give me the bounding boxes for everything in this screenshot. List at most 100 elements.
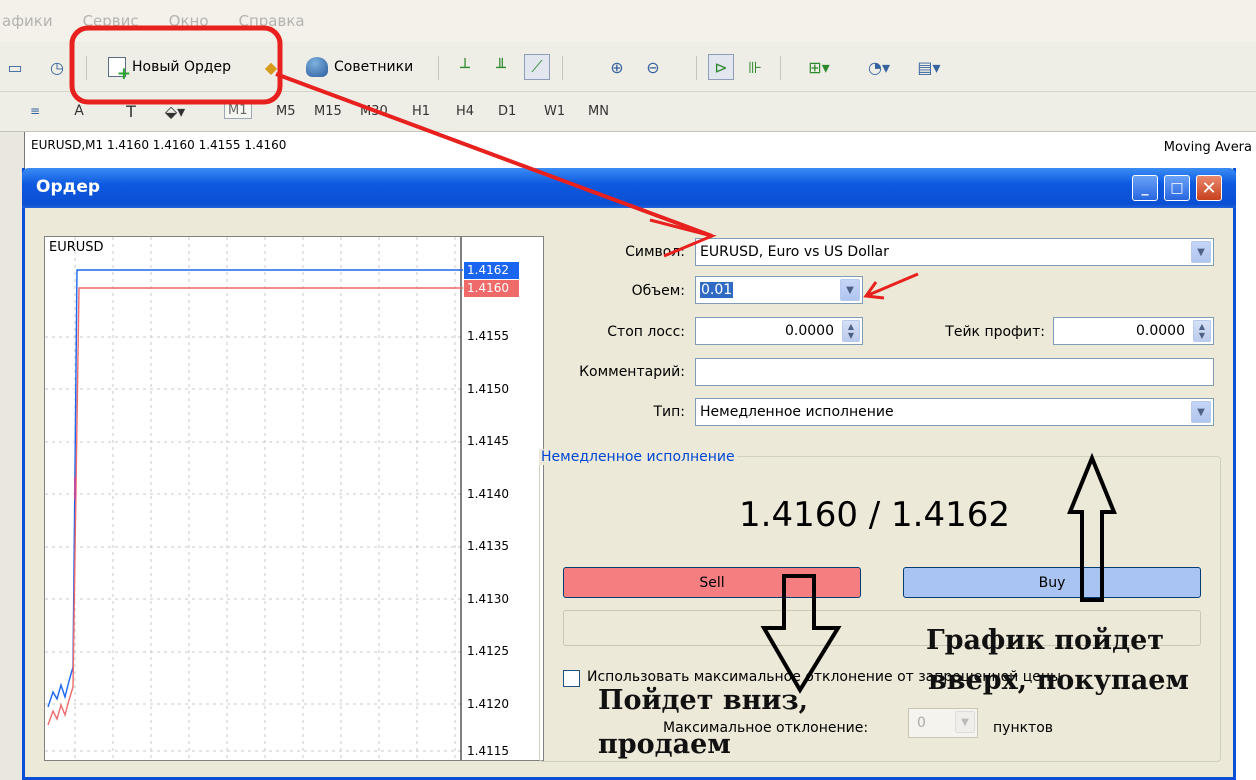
deviation-checkbox[interactable] xyxy=(563,670,580,687)
autoscroll-icon[interactable]: ⊳ xyxy=(708,54,734,80)
stoploss-label: Стоп лосс: xyxy=(607,324,685,340)
max-deviation-select[interactable]: 0 ▼ xyxy=(908,708,978,738)
stoploss-value: 0.0000 xyxy=(785,323,834,339)
price-label: 1.4120 xyxy=(467,697,509,711)
timeframe-h4[interactable]: H4 xyxy=(456,104,474,119)
timeframe-m1[interactable]: M1 xyxy=(224,102,252,119)
price-label: 1.4155 xyxy=(467,329,509,343)
annotation-down-line1: Пойдет вниз, xyxy=(598,685,809,716)
price-label: 1.4115 xyxy=(467,744,509,758)
volume-label: Объем: xyxy=(631,283,685,299)
stoploss-input[interactable]: 0.0000 ▲ ▼ xyxy=(695,317,863,345)
chevron-down-icon[interactable]: ▼ xyxy=(955,711,975,733)
menu-bar: афики Сервис Окно Справка xyxy=(0,0,1256,42)
ask-price-tag: 1.4162 xyxy=(464,262,519,279)
periods-icon[interactable]: ◔▾ xyxy=(866,54,892,80)
annotation-up-line1: График пойдет xyxy=(926,625,1164,656)
chart-header: EURUSD,M1 1.4160 1.4160 1.4155 1.4160 xyxy=(31,138,287,152)
arrows-tool-icon[interactable]: ⬙▾ xyxy=(162,98,188,124)
toolbar-separator xyxy=(696,56,697,80)
takeprofit-label: Тейк профит: xyxy=(945,324,1045,340)
chevron-down-icon[interactable]: ▼ xyxy=(840,279,860,301)
menu-window[interactable]: Окно xyxy=(169,12,209,30)
volume-select[interactable]: 0.01 ▼ xyxy=(695,276,863,304)
bid-price-tag: 1.4160 xyxy=(464,280,519,297)
label-tool-icon[interactable]: T xyxy=(118,98,144,124)
indicators-icon[interactable]: ⊞▾ xyxy=(806,54,832,80)
comment-input[interactable] xyxy=(695,358,1214,386)
timeframe-m5[interactable]: M5 xyxy=(276,104,296,119)
price-label: 1.4145 xyxy=(467,434,509,448)
fibonacci-icon[interactable]: ≡ xyxy=(22,98,48,124)
annotation-up-line2: вверх, покупаем xyxy=(928,665,1189,696)
type-label: Тип: xyxy=(653,404,685,420)
buy-button[interactable]: Buy xyxy=(903,567,1201,598)
timeframe-h1[interactable]: H1 xyxy=(412,104,430,119)
takeprofit-value: 0.0000 xyxy=(1136,323,1185,339)
tick-chart-symbol: EURUSD xyxy=(49,240,104,255)
takeprofit-spinner[interactable]: ▲ ▼ xyxy=(1193,320,1211,342)
line-chart-icon[interactable]: ⟋ xyxy=(524,54,550,80)
volume-value: 0.01 xyxy=(700,282,734,298)
order-type-value: Немедленное исполнение xyxy=(700,404,894,420)
zoom-out-icon[interactable]: ⊖ xyxy=(640,54,666,80)
bar-chart-icon[interactable]: ┴ xyxy=(452,54,478,80)
timeframe-mn[interactable]: MN xyxy=(588,104,609,119)
window-icon[interactable]: ▭ xyxy=(2,54,28,80)
symbol-value: EURUSD, Euro vs US Dollar xyxy=(700,244,889,260)
comment-label: Комментарий: xyxy=(579,364,685,380)
ask-line xyxy=(47,269,463,708)
timeframe-w1[interactable]: W1 xyxy=(544,104,565,119)
toolbar-separator xyxy=(438,56,439,80)
dialog-titlebar[interactable]: Ордер _ □ ✕ xyxy=(22,168,1236,208)
zoom-in-icon[interactable]: ⊕ xyxy=(604,54,630,80)
menu-charts[interactable]: афики xyxy=(2,12,53,30)
price-label: 1.4140 xyxy=(467,487,509,501)
close-button[interactable]: ✕ xyxy=(1196,175,1222,201)
bid-line xyxy=(47,287,463,726)
standard-toolbar: ▭ ◷ Новый Ордер ◆ Советники ┴ ╨ ⟋ ⊕ ⊖ ⊳ … xyxy=(0,42,1256,92)
price-label: 1.4125 xyxy=(467,644,509,658)
new-order-button[interactable]: Новый Ордер xyxy=(108,54,232,84)
experts-label: Советники xyxy=(334,59,414,75)
menu-tools[interactable]: Сервис xyxy=(83,12,139,30)
meta-editor-icon[interactable]: ◆ xyxy=(258,54,284,80)
symbol-select[interactable]: EURUSD, Euro vs US Dollar ▼ xyxy=(695,238,1214,266)
execution-group-title: Немедленное исполнение xyxy=(539,449,737,465)
timeframe-toolbar: ≡ A T ⬙▾ M1 M5 M15 M30 H1 H4 D1 W1 MN xyxy=(0,92,1256,132)
price-label: 1.4135 xyxy=(467,539,509,553)
navigator-panel xyxy=(0,132,24,780)
order-type-select[interactable]: Немедленное исполнение ▼ xyxy=(695,398,1214,426)
timeframe-d1[interactable]: D1 xyxy=(498,104,516,119)
chart-shift-icon[interactable]: ⊪ xyxy=(742,54,768,80)
toolbar-separator xyxy=(780,56,781,80)
text-tool-icon[interactable]: A xyxy=(66,98,92,124)
price-label: 1.4150 xyxy=(467,382,509,396)
points-label: пунктов xyxy=(993,720,1054,736)
new-order-label: Новый Ордер xyxy=(132,59,232,75)
bid-ask-quote: 1.4160 / 1.4162 xyxy=(739,495,1011,535)
chevron-down-icon[interactable]: ▼ xyxy=(1191,401,1211,423)
timeframe-m30[interactable]: M30 xyxy=(360,104,388,119)
maximize-button[interactable]: □ xyxy=(1164,175,1190,201)
sell-button[interactable]: Sell xyxy=(563,567,861,598)
takeprofit-input[interactable]: 0.0000 ▲ ▼ xyxy=(1053,317,1214,345)
chevron-down-icon[interactable]: ▼ xyxy=(1191,241,1211,263)
experts-button[interactable]: Советники xyxy=(306,54,413,80)
minimize-button[interactable]: _ xyxy=(1132,175,1158,201)
menu-help[interactable]: Справка xyxy=(239,12,305,30)
price-label: 1.4130 xyxy=(467,592,509,606)
symbol-label: Символ: xyxy=(625,244,685,260)
toolbar-separator xyxy=(86,56,87,80)
stoploss-spinner[interactable]: ▲ ▼ xyxy=(842,320,860,342)
templates-icon[interactable]: ▤▾ xyxy=(916,54,942,80)
timeframe-m15[interactable]: M15 xyxy=(314,104,342,119)
indicator-label: Moving Avera xyxy=(1163,140,1252,155)
history-icon[interactable]: ◷ xyxy=(44,54,70,80)
experts-icon xyxy=(306,57,328,77)
dialog-title: Ордер xyxy=(36,177,101,197)
candlestick-icon[interactable]: ╨ xyxy=(488,54,514,80)
annotation-down-line2: продаем xyxy=(598,729,731,760)
max-deviation-value: 0 xyxy=(917,715,926,731)
buy-button-label: Buy xyxy=(1038,574,1066,591)
